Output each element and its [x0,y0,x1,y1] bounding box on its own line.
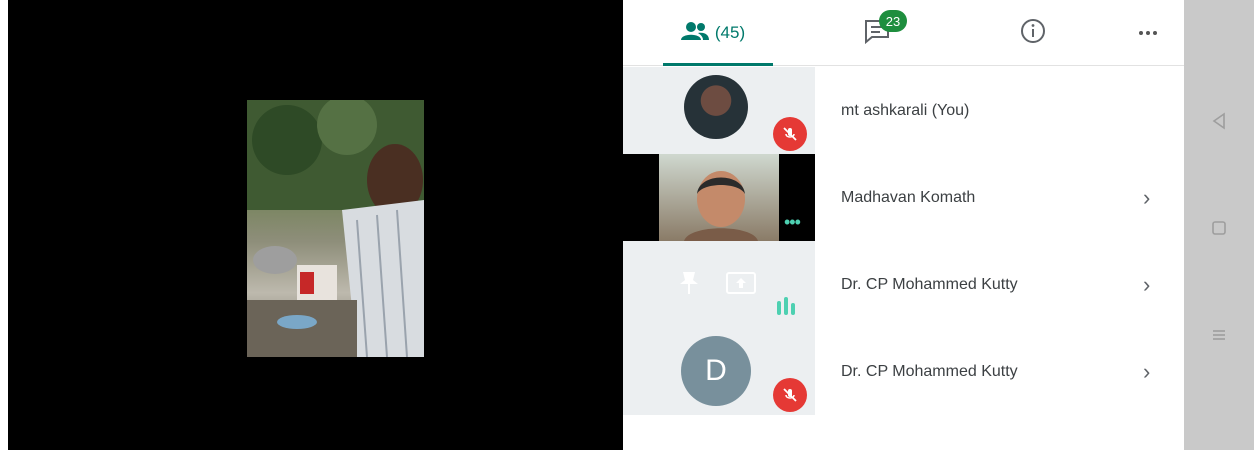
avatar [684,75,748,139]
main-video-area [0,0,623,450]
avatar: D [681,336,751,406]
frame-border [0,0,8,450]
participant-name: mt ashkarali (You) [841,101,970,119]
pin-icon[interactable] [671,267,707,299]
video-options-icon[interactable]: ••• [784,212,801,233]
active-tab-indicator [663,63,773,66]
nav-back-icon[interactable] [1206,108,1232,134]
participant-controls-overlay [623,241,815,328]
tab-bar: (45) 23 [623,0,1184,66]
chevron-right-icon[interactable]: › [1143,241,1150,328]
participant-thumbnail: D [623,328,815,415]
participant-thumbnail [623,67,815,154]
nav-recents-icon[interactable] [1206,322,1232,348]
participant-name: Madhavan Komath [841,188,976,206]
participant-name: Dr. CP Mohammed Kutty [841,362,1018,380]
participant-row[interactable]: mt ashkarali (You) [623,67,1184,154]
participant-row[interactable]: ••• Madhavan Komath › [623,154,1184,241]
people-icon [680,21,709,46]
speaking-indicator-icon [775,295,797,322]
mic-off-icon [773,117,807,151]
more-options-icon[interactable] [1123,0,1173,66]
participant-thumbnail: ••• [623,154,815,241]
chat-unread-badge: 23 [879,10,907,32]
participants-panel: (45) 23 mt ashkarali (You) ••• Madhavan … [623,0,1184,450]
system-navigation-bar [1184,0,1254,450]
tab-chat[interactable]: 23 [833,0,923,66]
tab-people[interactable]: (45) [653,0,773,66]
tab-info[interactable] [1003,0,1063,66]
participant-row[interactable]: Dr. CP Mohammed Kutty › [623,241,1184,328]
participant-video [659,154,779,241]
mic-off-icon [773,378,807,412]
tile-letterbox [623,154,659,241]
chevron-right-icon[interactable]: › [1143,154,1150,241]
nav-home-icon[interactable] [1206,215,1232,241]
present-screen-icon[interactable] [723,267,759,299]
participant-name: Dr. CP Mohammed Kutty [841,275,1018,293]
info-icon [1020,18,1046,49]
people-count: (45) [714,23,746,42]
participant-row[interactable]: D Dr. CP Mohammed Kutty › [623,328,1184,415]
chevron-right-icon[interactable]: › [1143,328,1150,415]
camera-feed [247,100,424,357]
